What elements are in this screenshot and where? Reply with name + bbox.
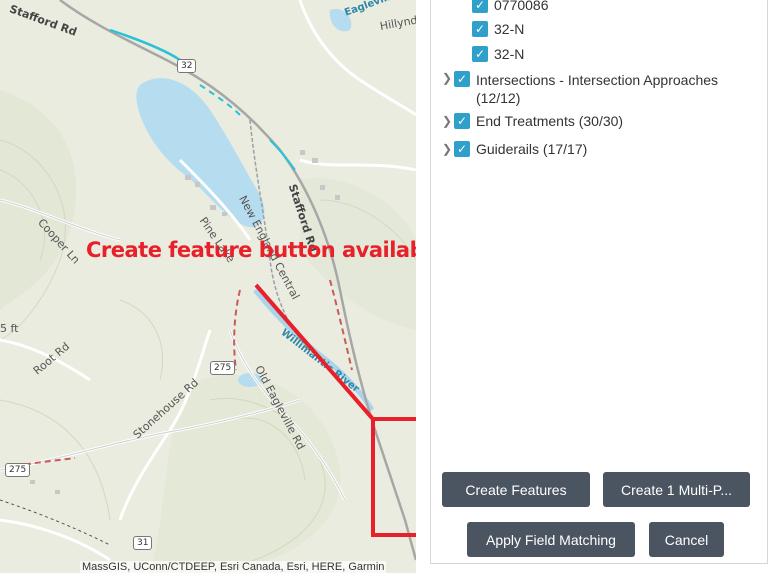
layer-group-count: (12/12) [476,90,521,106]
route-shield-275b: 275 [5,463,31,477]
apply-field-matching-button[interactable]: Apply Field Matching [467,522,635,557]
checkbox-checked-icon[interactable]: ✓ [454,71,470,87]
layer-group-end-treatments[interactable]: ❯ ✓ End Treatments (30/30) [442,113,623,129]
layer-group-label: End Treatments (30/30) [476,113,624,129]
checkbox-checked-icon[interactable]: ✓ [454,141,470,157]
route-shield-31: 31 [133,536,153,550]
map-view[interactable]: Stafford Rd Eagleville Hillynd 32 Staffo… [0,0,416,573]
checkbox-checked-icon[interactable]: ✓ [472,46,488,62]
layer-item-label: 32-N [494,46,525,62]
cancel-button[interactable]: Cancel [649,522,724,557]
layer-group-intersections[interactable]: ❯ ✓ Intersections - Intersection Approac… [442,71,718,107]
chevron-right-icon[interactable]: ❯ [442,71,454,85]
map-label-ft: 5 ft [0,322,19,335]
layer-group-label: Intersections - Intersection Approaches [476,72,719,88]
layer-item-32-n-a[interactable]: ✓ 32-N [472,21,524,37]
layer-item-0770086[interactable]: ✓ 0770086 [472,0,549,13]
create-features-panel: ✓ 0770086 ✓ 32-N ✓ 32-N ❯ ✓ Intersection… [416,0,768,573]
checkbox-checked-icon[interactable]: ✓ [472,21,488,37]
create-multi-part-button[interactable]: Create 1 Multi-P... [603,472,750,507]
basemap [0,0,416,573]
layer-group-guiderails[interactable]: ❯ ✓ Guiderails (17/17) [442,141,587,157]
route-shield-32: 32 [177,59,197,73]
checkbox-checked-icon[interactable]: ✓ [472,0,488,13]
layer-item-32-n-b[interactable]: ✓ 32-N [472,46,524,62]
annotation-text: Create feature button available. [86,238,453,262]
chevron-right-icon[interactable]: ❯ [442,142,454,156]
route-shield-275a: 275 [210,361,236,375]
checkbox-checked-icon[interactable]: ✓ [454,113,470,129]
layer-group-label-wrap: Intersections - Intersection Approaches … [476,71,718,107]
create-features-button[interactable]: Create Features [442,472,590,507]
layer-group-label: Guiderails (17/17) [476,141,588,157]
chevron-right-icon[interactable]: ❯ [442,114,454,128]
layer-item-label: 32-N [494,21,525,37]
layer-item-label: 0770086 [494,0,549,13]
map-attribution: MassGIS, UConn/CTDEEP, Esri Canada, Esri… [80,561,387,573]
